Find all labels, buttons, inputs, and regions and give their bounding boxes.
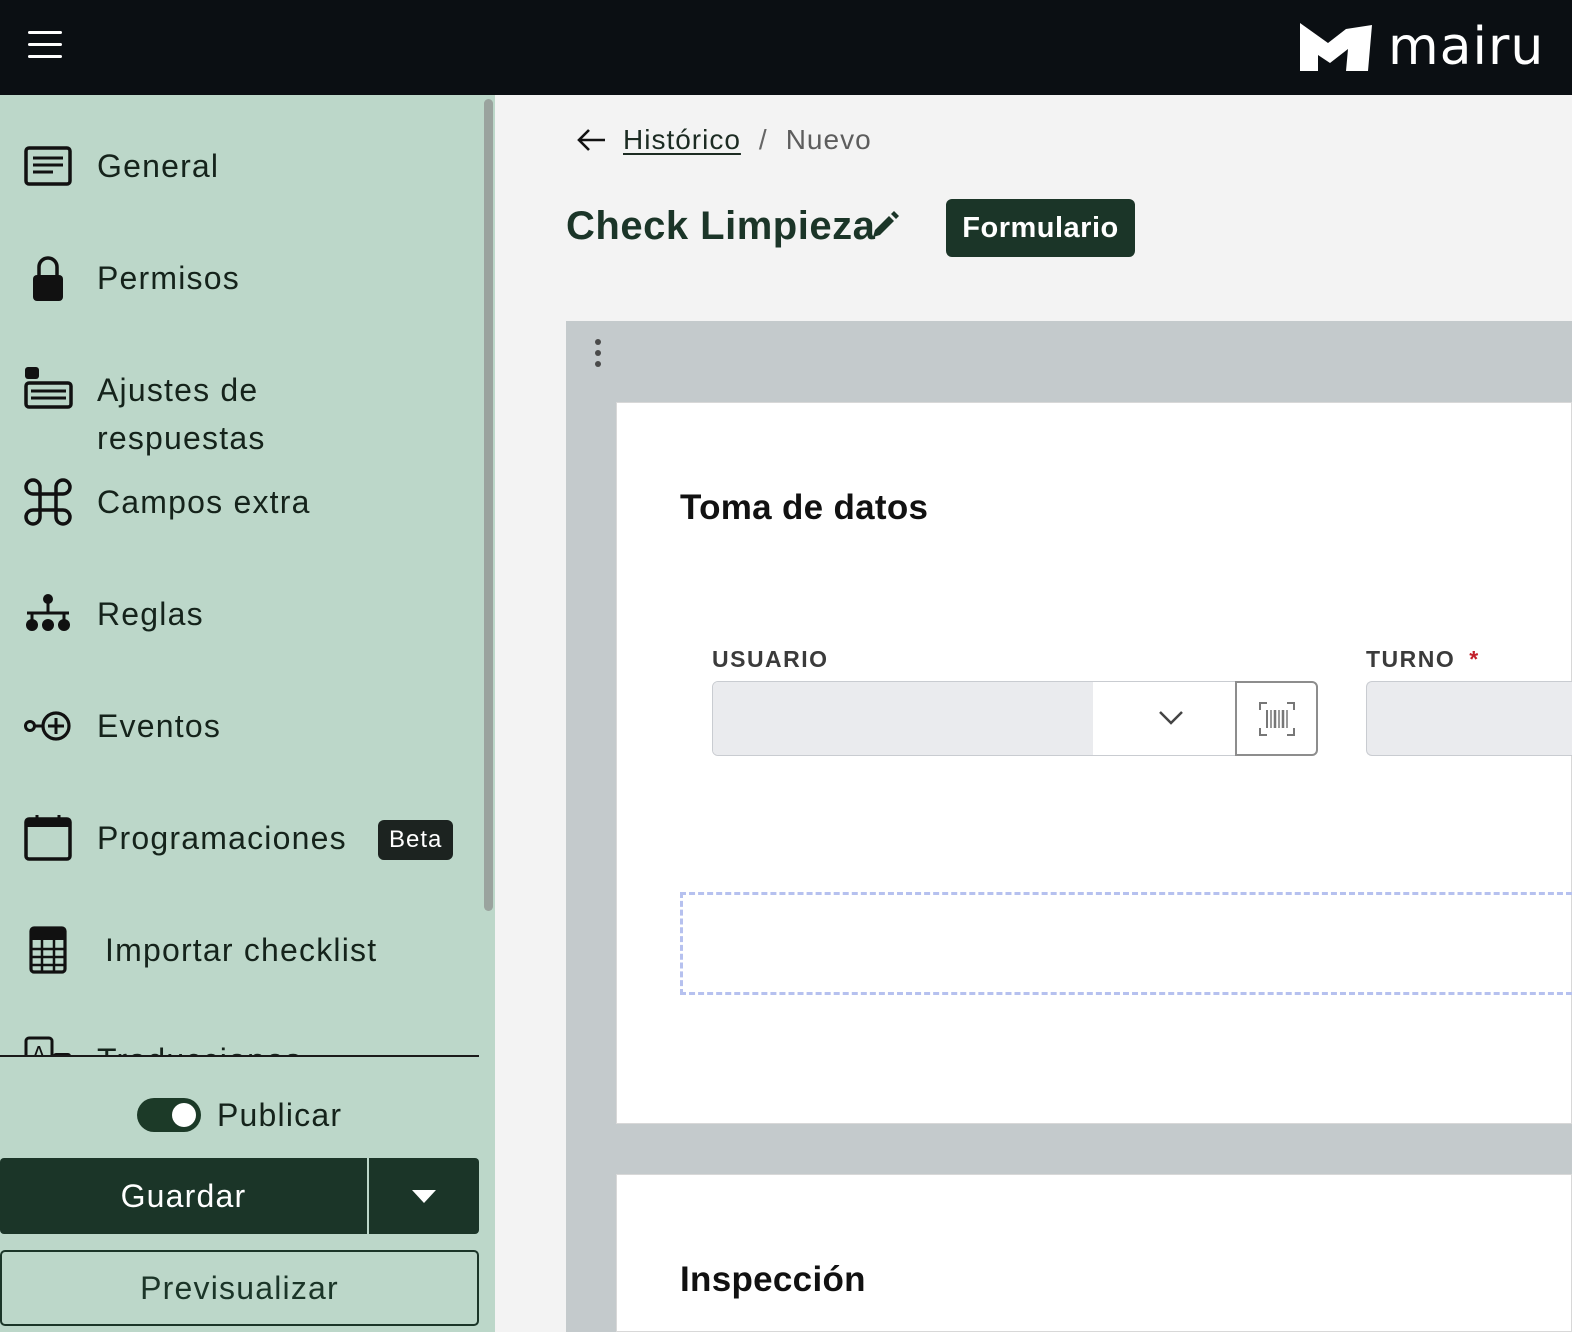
lock-icon [22, 252, 74, 304]
save-options-button[interactable] [369, 1158, 479, 1234]
sidebar-item-reglas[interactable]: Reglas [0, 588, 480, 640]
top-bar: mairu [0, 0, 1572, 95]
sidebar-divider [0, 1055, 479, 1057]
usuario-select[interactable] [712, 681, 1236, 756]
field-label-required: TURNO * [1366, 646, 1480, 672]
breadcrumb: Histórico / Nuevo [575, 118, 872, 162]
calendar-icon [22, 812, 74, 864]
barcode-scan-icon [1258, 701, 1295, 736]
breadcrumb-parent-link[interactable]: Histórico [623, 124, 741, 156]
mairu-logo-icon [1300, 23, 1372, 71]
arrow-left-icon[interactable] [575, 123, 609, 157]
beta-badge: Beta [378, 820, 454, 860]
hamburger-menu-icon[interactable] [24, 28, 66, 62]
sidebar-item-traducciones[interactable]: A Traducciones [0, 1034, 480, 1057]
mairu-logo: mairu [1298, 18, 1544, 76]
barcode-scan-button[interactable] [1235, 681, 1318, 756]
sidebar-item-label: Programaciones [97, 820, 347, 856]
section-title: Toma de datos [680, 488, 929, 527]
pencil-icon[interactable] [867, 209, 901, 243]
translate-icon: A [22, 1034, 74, 1057]
form-type-badge: Formulario [946, 199, 1135, 257]
sidebar-item-eventos[interactable]: Eventos [0, 700, 480, 752]
rules-tree-icon [22, 588, 74, 640]
usuario-select-value [713, 682, 1093, 755]
caret-down-icon [412, 1190, 436, 1203]
sidebar-item-label: General [97, 148, 220, 184]
sidebar-item-importar-checklist[interactable]: Importar checklist [0, 924, 480, 976]
sidebar-item-label: Ajustes de respuestas [97, 372, 266, 456]
logo-text: mairu [1388, 17, 1545, 77]
chevron-down-icon [1159, 711, 1183, 725]
sidebar-item-general[interactable]: General [0, 140, 480, 192]
required-asterisk: * [1469, 646, 1480, 672]
sidebar-item-label: Permisos [97, 260, 240, 296]
sidebar-item-campos-extra[interactable]: Campos extra [0, 476, 480, 528]
sidebar-item-label: Reglas [97, 596, 204, 632]
publish-label: Publicar [217, 1096, 343, 1133]
sidebar-item-label: Campos extra [97, 484, 311, 520]
sidebar-item-ajustes-respuestas[interactable]: Ajustes de respuestas [0, 364, 480, 464]
toggle-switch[interactable] [137, 1098, 201, 1132]
publish-toggle[interactable]: Publicar [137, 1095, 342, 1135]
field-label: USUARIO [712, 646, 829, 672]
sidebar: General Permisos Ajustes de respuestas C… [0, 95, 495, 1332]
sidebar-item-label: Importar checklist [105, 932, 378, 968]
section-title: Inspección [680, 1260, 866, 1299]
sidebar-nav: General Permisos Ajustes de respuestas C… [0, 95, 480, 1057]
sidebar-item-permisos[interactable]: Permisos [0, 252, 480, 304]
response-settings-icon [22, 364, 74, 416]
drop-zone[interactable] [680, 892, 1572, 995]
list-card-icon [22, 140, 74, 192]
save-button[interactable]: Guardar [0, 1158, 367, 1234]
sidebar-item-label: Traducciones [97, 1036, 302, 1057]
event-plus-icon [22, 700, 74, 752]
turno-select[interactable] [1366, 681, 1572, 756]
breadcrumb-current: Nuevo [785, 124, 872, 155]
sidebar-item-label: Eventos [97, 708, 222, 744]
sidebar-scrollbar[interactable] [484, 99, 493, 911]
more-options-icon[interactable] [586, 336, 610, 370]
breadcrumb-separator: / [758, 124, 768, 155]
preview-button[interactable]: Previsualizar [0, 1250, 479, 1326]
section-card [616, 1174, 1572, 1332]
command-icon [22, 476, 74, 528]
page-title: Check Limpieza [566, 204, 876, 248]
calculator-sheet-icon [22, 924, 74, 976]
